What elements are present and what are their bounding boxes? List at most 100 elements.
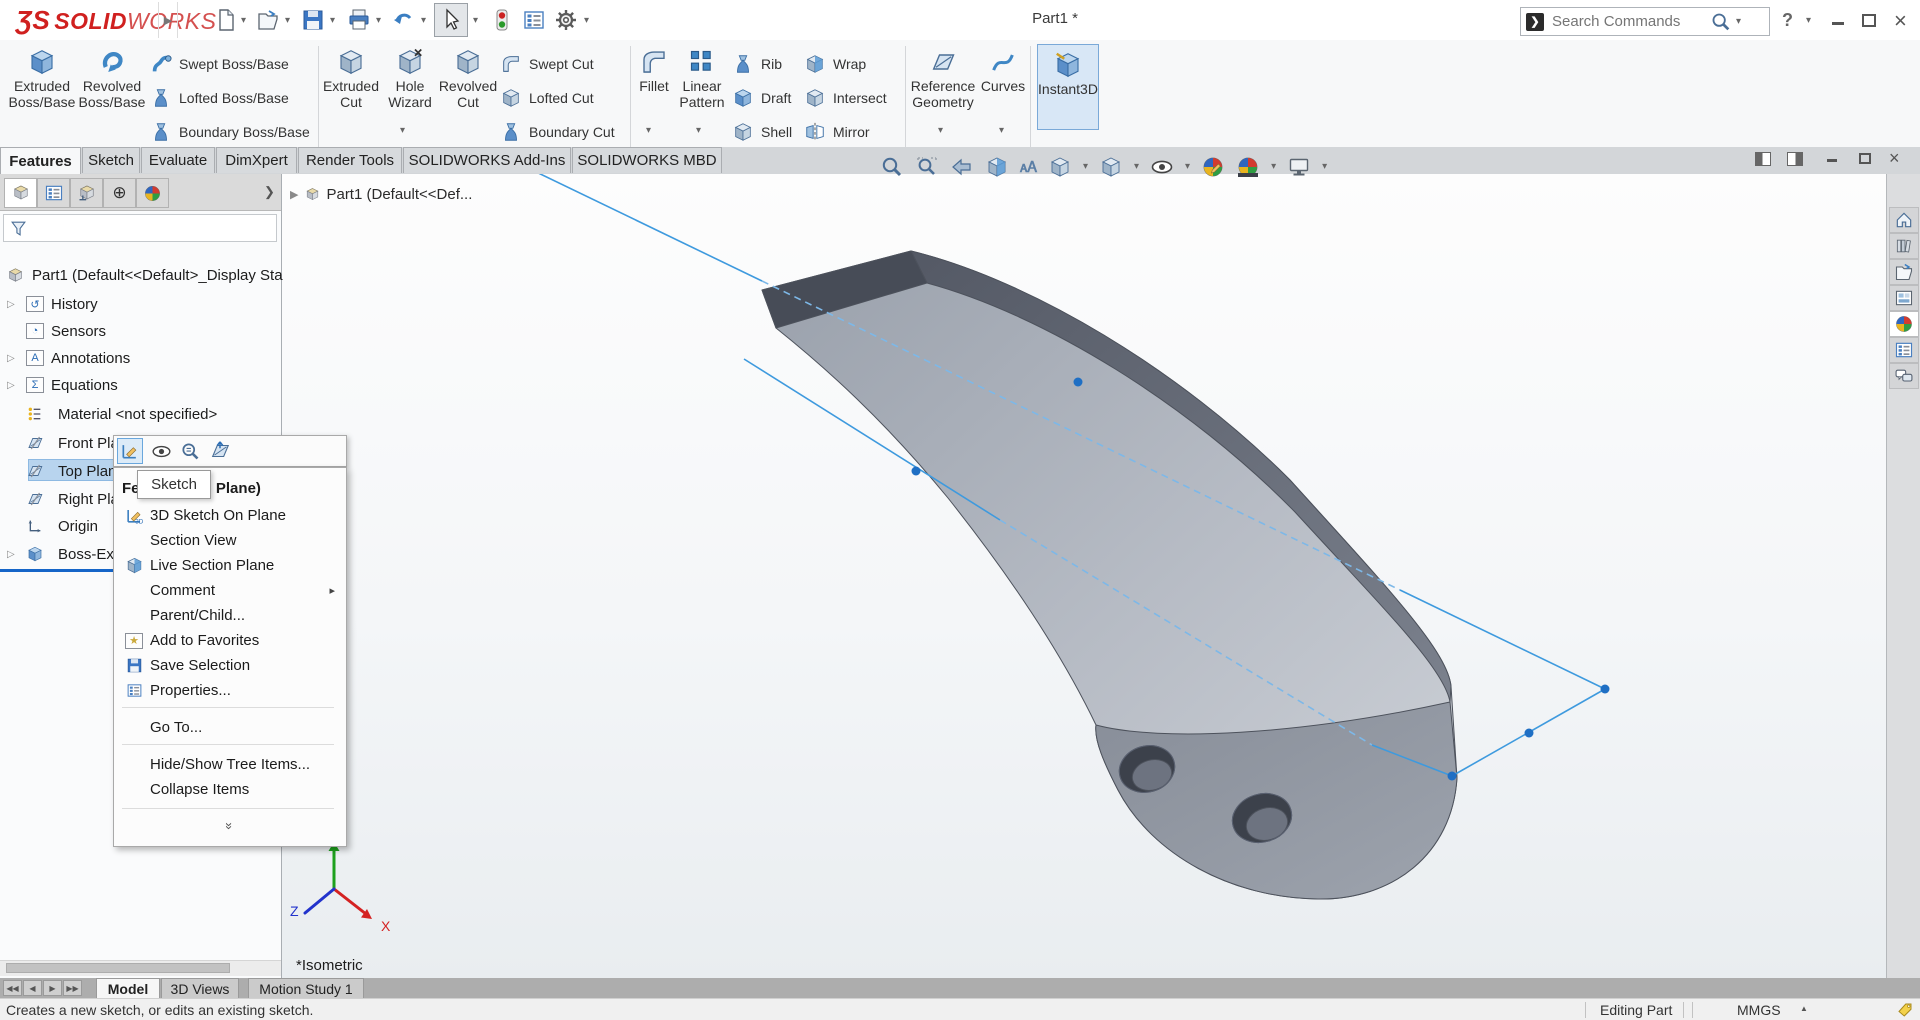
draft-button[interactable]: Draft — [732, 84, 791, 112]
menu-item-parent-child[interactable]: Parent/Child... — [118, 603, 343, 628]
tab-features[interactable]: Features — [0, 147, 81, 174]
hide-show-items-dropdown[interactable]: ▾ — [1185, 162, 1190, 172]
tab-dimxpertmanager[interactable]: ⊕ — [103, 178, 136, 208]
boundary-cut-flyout-caret[interactable]: ▾ — [646, 126, 651, 136]
hole-wizard-flyout-caret[interactable]: ▾ — [400, 126, 405, 136]
document-minimize-button[interactable] — [1827, 159, 1837, 162]
view-orientation-icon[interactable] — [1048, 155, 1072, 179]
custom-properties-button[interactable] — [1889, 337, 1919, 363]
help-button[interactable]: ? — [1782, 10, 1793, 31]
menu-item-live-section-plane[interactable]: Live Section Plane — [118, 553, 343, 578]
menu-item-section-view[interactable]: Section View — [118, 528, 343, 553]
search-commands-box[interactable]: ❯ ▾ — [1520, 7, 1770, 36]
scrollbar-thumb[interactable] — [6, 963, 230, 973]
revolved-boss-base-button[interactable]: Revolved Boss/Base — [78, 46, 146, 110]
linear-pattern-flyout-caret[interactable]: ▾ — [696, 126, 701, 136]
linear-pattern-button[interactable]: Linear Pattern — [676, 46, 728, 110]
display-style-icon[interactable] — [1099, 155, 1123, 179]
tree-item-top-plane[interactable]: Top Plane — [26, 459, 125, 483]
instant3d-toggle[interactable]: Instant3D — [1037, 44, 1099, 130]
window-close-button[interactable]: × — [1894, 8, 1907, 34]
pane-right-icon[interactable] — [1787, 152, 1803, 166]
curves-button[interactable]: Curves — [978, 46, 1028, 94]
rib-button[interactable]: Rib — [732, 50, 782, 78]
save-icon[interactable] — [301, 8, 325, 32]
breadcrumb[interactable]: ▶ Part1 (Default<<Def... — [290, 186, 472, 203]
edit-appearance-icon[interactable] — [1201, 155, 1225, 179]
tag-icon[interactable] — [1896, 1001, 1914, 1019]
tree-root-part1[interactable]: Part1 (Default<<Default>_Display Sta — [6, 263, 283, 287]
previous-tab-button[interactable]: ◀ — [23, 980, 42, 996]
options-icon[interactable] — [554, 8, 578, 32]
menu-expand-chevron-icon[interactable]: » — [218, 710, 242, 942]
tab-dimxpert[interactable]: DimXpert — [216, 147, 297, 173]
pane-left-icon[interactable] — [1755, 152, 1771, 166]
document-close-button[interactable]: × — [1889, 148, 1900, 169]
menu-item-save-selection[interactable]: Save Selection — [118, 653, 343, 678]
tree-item-origin[interactable]: Origin — [26, 514, 98, 538]
tree-item-sensors[interactable]: ◔ Sensors — [26, 319, 106, 343]
save-dropdown[interactable]: ▾ — [330, 16, 335, 26]
search-scope-dropdown[interactable]: ▾ — [1736, 16, 1741, 27]
window-restore-button[interactable] — [1862, 14, 1876, 27]
tab-displaymanager[interactable] — [136, 178, 169, 208]
boundary-cut-button[interactable]: Boundary Cut — [500, 118, 615, 146]
section-view-icon[interactable] — [985, 155, 1009, 179]
tab-evaluate[interactable]: Evaluate — [141, 147, 215, 173]
rebuild-icon[interactable] — [490, 8, 514, 32]
tree-horizontal-scrollbar[interactable] — [0, 960, 281, 976]
wrap-button[interactable]: Wrap — [804, 50, 866, 78]
lofted-boss-base-button[interactable]: Lofted Boss/Base — [150, 84, 289, 112]
apply-scene-icon[interactable] — [1236, 155, 1260, 179]
reference-geometry-flyout-caret[interactable]: ▾ — [938, 126, 943, 136]
appearances-scenes-button[interactable] — [1889, 311, 1919, 337]
tree-item-annotations[interactable]: A Annotations — [26, 346, 130, 370]
fillet-button[interactable]: Fillet — [634, 46, 674, 94]
shell-button[interactable]: Shell — [732, 118, 792, 146]
expand-arrow[interactable]: ▷ — [7, 549, 15, 560]
view-settings-icon[interactable] — [1287, 155, 1311, 179]
hide-show-items-icon[interactable] — [1150, 155, 1174, 179]
menu-item-comment[interactable]: Comment ▸ — [118, 578, 343, 603]
tab-sketch[interactable]: Sketch — [82, 147, 140, 173]
tree-item-history[interactable]: ↺ History — [26, 292, 98, 316]
tree-item-equations[interactable]: Σ Equations — [26, 373, 118, 397]
expand-arrow[interactable]: ▷ — [7, 353, 15, 364]
undo-dropdown[interactable]: ▾ — [421, 16, 426, 26]
tree-filter-box[interactable] — [3, 214, 277, 242]
next-tab-button[interactable]: ▶ — [43, 980, 62, 996]
zoom-to-selection-icon[interactable] — [180, 441, 201, 462]
new-document-dropdown[interactable]: ▾ — [241, 16, 246, 26]
logo-flyout-arrow[interactable]: ▶ — [158, 2, 178, 38]
hide-show-icon[interactable] — [151, 441, 172, 462]
extruded-cut-button[interactable]: Extruded Cut — [322, 46, 380, 110]
search-icon[interactable] — [1710, 11, 1732, 33]
swept-boss-base-button[interactable]: Swept Boss/Base — [150, 50, 289, 78]
intersect-button[interactable]: Intersect — [804, 84, 887, 112]
panel-tabs-overflow[interactable]: ❯ — [264, 184, 275, 200]
options-dropdown[interactable]: ▾ — [584, 16, 589, 26]
view-palette-button[interactable] — [1889, 285, 1919, 311]
apply-scene-dropdown[interactable]: ▾ — [1271, 162, 1276, 172]
tree-item-material[interactable]: Material <not specified> — [26, 402, 217, 426]
units-dropdown-arrow[interactable]: ▲ — [1800, 1004, 1808, 1013]
window-minimize-button[interactable] — [1832, 22, 1844, 25]
menu-item-3d-sketch-on-plane[interactable]: 3D 3D Sketch On Plane — [118, 503, 343, 528]
tab-3d-views[interactable]: 3D Views — [161, 978, 239, 998]
last-tab-button[interactable]: ▶▶ — [63, 980, 82, 996]
reference-geometry-button[interactable]: Reference Geometry — [910, 46, 976, 110]
document-restore-button[interactable] — [1859, 153, 1871, 164]
display-settings-icon[interactable] — [522, 8, 546, 32]
view-settings-dropdown[interactable]: ▾ — [1322, 162, 1327, 172]
viewport-canvas[interactable]: Y X Z — [282, 174, 1886, 978]
display-style-dropdown[interactable]: ▾ — [1134, 162, 1139, 172]
graphics-area[interactable]: Y X Z ▶ Part1 (Default<<Def... 🗚 ▾ ▾ ▾ — [282, 156, 1886, 978]
menu-item-properties[interactable]: Properties... — [118, 678, 343, 703]
help-dropdown[interactable]: ▾ — [1806, 16, 1811, 26]
expand-arrow[interactable]: ▷ — [7, 299, 15, 310]
first-tab-button[interactable]: ◀◀ — [3, 980, 22, 996]
open-icon[interactable] — [256, 8, 280, 32]
select-tool-button[interactable] — [434, 3, 468, 37]
tab-model[interactable]: Model — [96, 978, 160, 998]
print-icon[interactable] — [347, 8, 371, 32]
